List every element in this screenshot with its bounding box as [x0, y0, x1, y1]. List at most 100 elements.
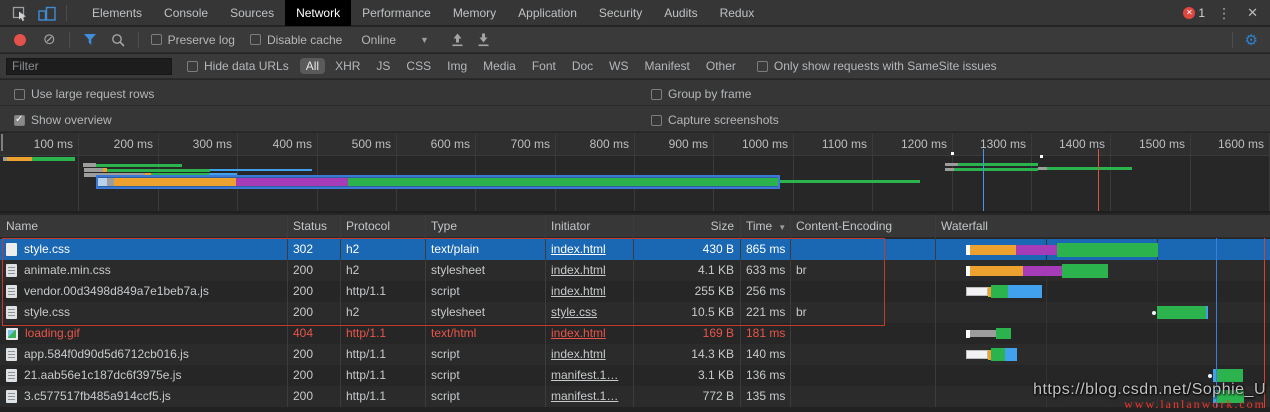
table-row[interactable]: style.css302h2text/plainindex.html430 B8…	[0, 239, 1270, 260]
filter-pill-manifest[interactable]: Manifest	[639, 58, 696, 74]
column-header-initiator[interactable]: Initiator	[545, 215, 633, 238]
document-icon-lines	[8, 288, 15, 296]
cell-initiator[interactable]: style.css	[545, 302, 633, 323]
document-file-icon	[6, 285, 17, 298]
column-header-type[interactable]: Type	[425, 215, 545, 238]
tab-elements[interactable]: Elements	[81, 0, 153, 26]
column-separator[interactable]	[340, 215, 341, 407]
waterfall-gridline	[1046, 238, 1047, 408]
tab-memory[interactable]: Memory	[442, 0, 507, 26]
filter-pill-other[interactable]: Other	[700, 58, 742, 74]
filter-input[interactable]	[6, 58, 172, 75]
column-separator[interactable]	[790, 215, 791, 407]
cell-initiator[interactable]: index.html	[545, 344, 633, 365]
tab-performance[interactable]: Performance	[351, 0, 442, 26]
table-row[interactable]: vendor.00d3498d849a7e1beb7a.js200http/1.…	[0, 281, 1270, 302]
filter-pill-all[interactable]: All	[300, 58, 325, 74]
table-row[interactable]: style.css200h2stylesheetstyle.css10.5 KB…	[0, 302, 1270, 323]
filter-pill-js[interactable]: JS	[370, 58, 396, 74]
capture-screenshots-checkbox[interactable]	[651, 115, 662, 126]
column-separator[interactable]	[740, 215, 741, 407]
column-header-status[interactable]: Status	[287, 215, 340, 238]
waterfall-load-line	[1264, 238, 1265, 408]
import-har-icon[interactable]	[451, 33, 464, 47]
overview-waterfall-bar	[84, 168, 103, 172]
column-header-label: Name	[6, 219, 38, 233]
preserve-log-checkbox[interactable]	[151, 34, 162, 45]
tab-network[interactable]: Network	[285, 0, 351, 26]
samesite-checkbox[interactable]	[757, 61, 768, 72]
tab-security[interactable]: Security	[588, 0, 653, 26]
document-icon-lines	[8, 351, 15, 359]
column-header-name[interactable]: Name	[0, 215, 287, 238]
cell-protocol: http/1.1	[340, 365, 425, 386]
column-header-waterfall[interactable]: Waterfall	[935, 215, 1270, 238]
column-header-time[interactable]: Time▼	[740, 215, 790, 238]
device-toolbar-icon[interactable]	[38, 5, 56, 21]
more-options-icon[interactable]: ⋮	[1214, 0, 1234, 26]
hide-data-urls-checkbox[interactable]	[187, 61, 198, 72]
samesite-label: Only show requests with SameSite issues	[774, 59, 997, 73]
gear-icon[interactable]: ⚙	[1245, 33, 1258, 48]
throttling-dropdown[interactable]: Online ▼	[361, 33, 429, 47]
cell-status: 200	[287, 281, 340, 302]
inspect-element-icon[interactable]	[12, 5, 28, 21]
tab-sources[interactable]: Sources	[219, 0, 285, 26]
column-header-size[interactable]: Size	[633, 215, 740, 238]
filter-pill-media[interactable]: Media	[477, 58, 522, 74]
column-separator[interactable]	[425, 215, 426, 407]
waterfall-bar-segment	[1216, 369, 1243, 382]
overview-gridline	[1110, 133, 1111, 211]
table-row[interactable]: 21.aab56e1c187dc6f3975e.js200http/1.1scr…	[0, 365, 1270, 386]
filter-funnel-icon[interactable]	[83, 33, 97, 46]
disable-cache-checkbox[interactable]	[250, 34, 261, 45]
samesite-option: Only show requests with SameSite issues	[757, 59, 997, 73]
cell-time: 256 ms	[740, 281, 790, 302]
cell-initiator[interactable]: index.html	[545, 323, 633, 344]
waterfall-bar-segment	[1005, 348, 1017, 361]
show-overview-checkbox[interactable]	[14, 115, 25, 126]
filter-pill-font[interactable]: Font	[526, 58, 562, 74]
column-separator[interactable]	[287, 215, 288, 407]
cell-initiator[interactable]: index.html	[545, 260, 633, 281]
filter-pill-doc[interactable]: Doc	[566, 58, 599, 74]
console-error-badge[interactable]: ✕ 1	[1183, 6, 1205, 20]
table-row[interactable]: animate.min.css200h2stylesheetindex.html…	[0, 260, 1270, 281]
table-row[interactable]: 3.c577517fb485a914ccf5.js200http/1.1scri…	[0, 386, 1270, 407]
record-network-log-icon[interactable]	[14, 34, 26, 46]
tab-console[interactable]: Console	[153, 0, 219, 26]
network-overview-timeline[interactable]: 100 ms200 ms300 ms400 ms500 ms600 ms700 …	[0, 133, 1270, 213]
column-separator[interactable]	[545, 215, 546, 407]
cell-size: 169 B	[633, 323, 740, 344]
cell-initiator[interactable]: manifest.1…	[545, 386, 633, 407]
export-har-icon[interactable]	[477, 33, 490, 47]
column-header-label: Type	[431, 219, 457, 233]
cell-name: animate.min.css	[0, 260, 287, 281]
tab-application[interactable]: Application	[507, 0, 588, 26]
use-large-rows-checkbox[interactable]	[14, 89, 25, 100]
column-header-protocol[interactable]: Protocol	[340, 215, 425, 238]
overview-gridline	[872, 133, 873, 211]
column-separator[interactable]	[633, 215, 634, 407]
filter-pill-ws[interactable]: WS	[603, 58, 634, 74]
column-separator[interactable]	[935, 215, 936, 407]
table-row[interactable]: app.584f0d90d5d6712cb016.js200http/1.1sc…	[0, 344, 1270, 365]
group-by-frame-checkbox[interactable]	[651, 89, 662, 100]
clear-icon[interactable]: ⊘	[43, 33, 56, 47]
column-header-content-encoding[interactable]: Content-Encoding	[790, 215, 935, 238]
filter-pill-xhr[interactable]: XHR	[329, 58, 366, 74]
cell-initiator[interactable]: manifest.1…	[545, 365, 633, 386]
tab-redux[interactable]: Redux	[709, 0, 766, 26]
search-icon[interactable]	[111, 33, 125, 47]
close-devtools-icon[interactable]: ✕	[1243, 5, 1262, 21]
table-row[interactable]: loading.gif404http/1.1text/htmlindex.htm…	[0, 323, 1270, 344]
filter-pill-img[interactable]: Img	[441, 58, 473, 74]
cell-name: style.css	[0, 302, 287, 323]
overview-bar-segment	[236, 178, 348, 186]
filter-pill-css[interactable]: CSS	[400, 58, 437, 74]
tab-audits[interactable]: Audits	[653, 0, 708, 26]
cell-initiator[interactable]: index.html	[545, 281, 633, 302]
cell-initiator[interactable]: index.html	[545, 239, 633, 260]
overview-waterfall-bar	[1040, 155, 1043, 158]
overview-bar-segment	[98, 178, 107, 186]
